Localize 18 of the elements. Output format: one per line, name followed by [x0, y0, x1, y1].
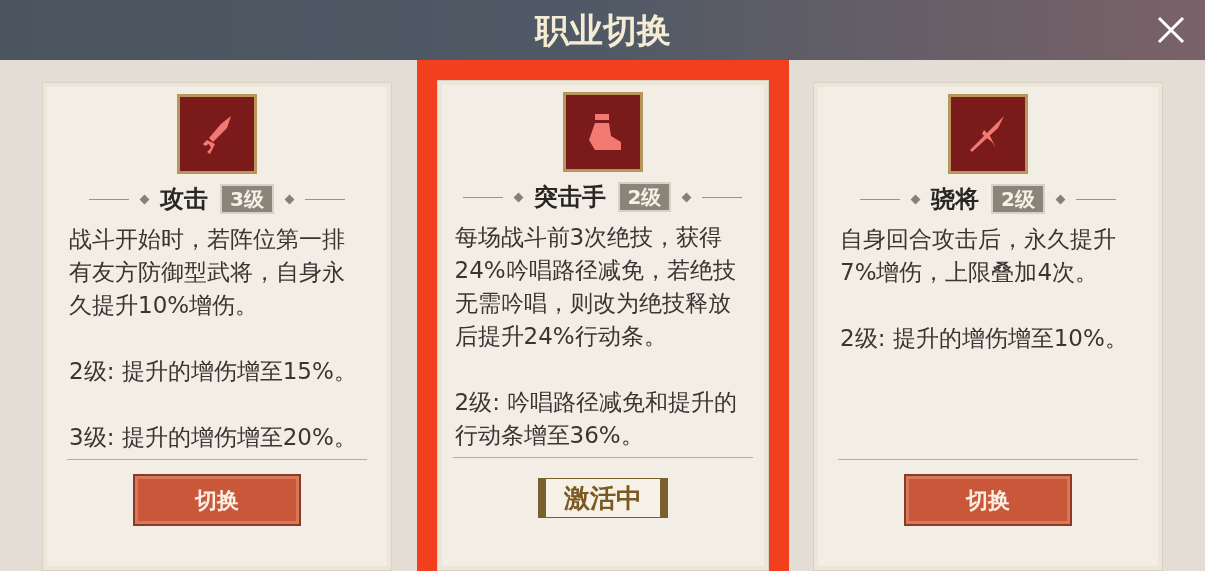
switch-button[interactable]: 切换 — [904, 474, 1072, 526]
description-text: 2级: 提升的增伤增至15%。 — [69, 357, 358, 386]
class-name: 骁将 — [931, 184, 980, 215]
level-badge: 2级 — [991, 184, 1045, 214]
close-icon[interactable] — [1155, 14, 1187, 46]
level-badge: 3级 — [220, 184, 274, 214]
description-text: 3级: 提升的增伤增至20%。 — [69, 423, 358, 452]
active-status-badge: 激活中 — [537, 478, 668, 518]
description-text: 战斗开始时，若阵位第一排有友方防御型武将，自身永久提升10%增伤。 — [69, 225, 346, 320]
class-name: 攻击 — [160, 184, 209, 215]
description-text: 每场战斗前3次绝技，获得24%吟唱路径减免，若绝技无需吟唱，则改为绝技释放后提升24%行动条。 — [454, 223, 737, 351]
class-name: 突击手 — [533, 182, 606, 213]
description-text: 2级: 提升的增伤增至10%。 — [840, 324, 1129, 353]
switch-button[interactable]: 切换 — [133, 474, 301, 526]
window-title: 职业切换 — [534, 8, 671, 52]
description-text: 自身回合攻击后，永久提升7%增伤，上限叠加4次。 — [840, 225, 1117, 287]
level-badge: 2级 — [617, 182, 672, 212]
description-text: 2级: 吟唱路径减免和提升的行动条增至36%。 — [454, 388, 739, 450]
